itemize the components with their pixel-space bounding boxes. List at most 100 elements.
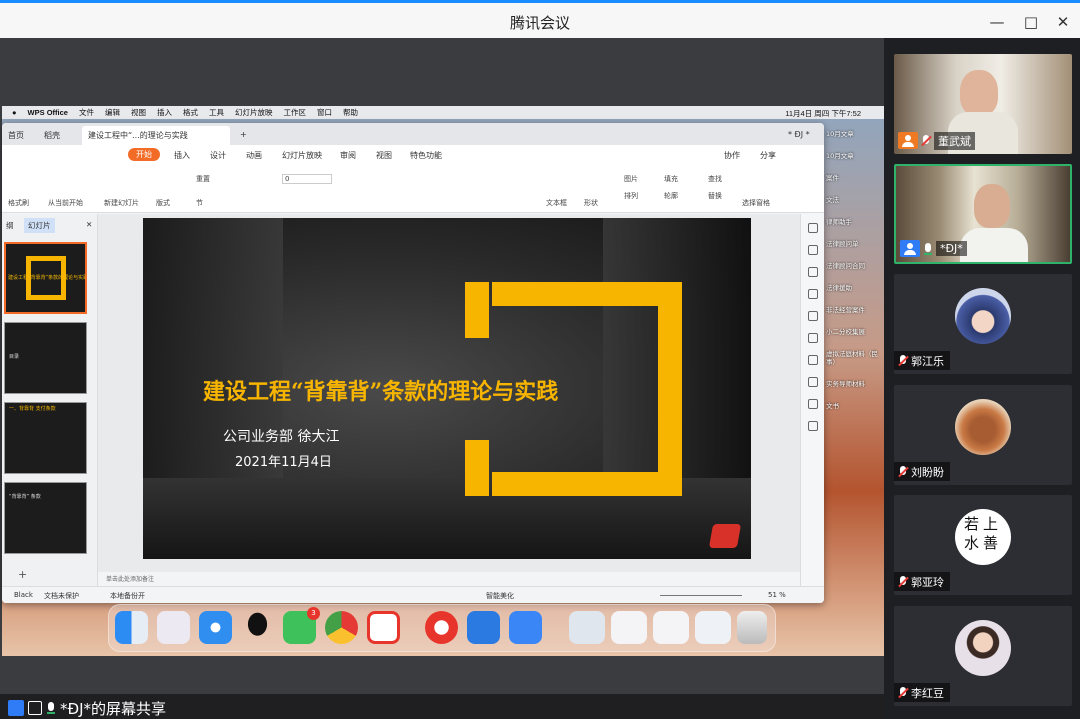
netease-music-icon[interactable]	[425, 611, 458, 644]
menu-item[interactable]: 工作区	[283, 107, 306, 118]
menu-item[interactable]: 插入	[157, 107, 172, 118]
tab-outline[interactable]: 纲	[6, 220, 14, 231]
menu-item[interactable]: 工具	[209, 107, 224, 118]
new-slide-button[interactable]: 新建幻灯片	[104, 198, 139, 208]
properties-icon[interactable]	[807, 223, 818, 233]
zoom-slider[interactable]	[660, 595, 742, 596]
outline-button[interactable]: 轮廓	[664, 191, 678, 201]
format-brush-button[interactable]: 格式刷	[8, 198, 29, 208]
slide-thumb-2[interactable]: 目录	[4, 322, 87, 394]
desktop-file[interactable]: 10月文章	[826, 152, 884, 160]
desktop-file[interactable]: 律师助手	[826, 218, 884, 226]
ribbon-tab-insert[interactable]: 插入	[174, 150, 190, 161]
protect-tool-icon[interactable]	[807, 311, 818, 321]
tab-home[interactable]: 首页	[2, 126, 30, 145]
desktop-file[interactable]: 法律顾问单	[826, 240, 884, 248]
menu-item[interactable]: 幻灯片放映	[235, 107, 273, 118]
menu-item[interactable]: 文件	[79, 107, 94, 118]
ribbon-tab-animation[interactable]: 动画	[246, 150, 262, 161]
backup-status[interactable]: 本地备份开	[110, 591, 145, 601]
new-tab-icon[interactable]: +	[234, 126, 253, 145]
panel-close-icon[interactable]: ✕	[86, 220, 92, 229]
desktop-file[interactable]: 实务导师材料	[826, 380, 884, 388]
menubar-clock[interactable]: 11月4日 周四 下午7:52	[785, 108, 861, 119]
beautify-button[interactable]: 智能美化	[486, 591, 514, 601]
slide-thumb-1[interactable]: 建设工程“背靠背”条款的理论与实践	[4, 242, 87, 314]
participant-tile-2[interactable]: *ĐJ*	[894, 164, 1072, 264]
desktop-file[interactable]: 文书	[826, 402, 884, 410]
close-icon[interactable]: ✕	[1052, 11, 1074, 33]
from-current-button[interactable]: 从当前开始	[48, 198, 83, 208]
trash-icon[interactable]	[737, 611, 767, 644]
qq-icon[interactable]	[241, 611, 274, 644]
desktop-file[interactable]: 法律援助	[826, 284, 884, 292]
chrome-icon[interactable]	[325, 611, 358, 644]
layout-button[interactable]: 版式	[156, 198, 170, 208]
reset-button[interactable]: 重置	[196, 174, 210, 184]
menu-app-name[interactable]: WPS Office	[28, 108, 68, 117]
ribbon-tab-design[interactable]: 设计	[210, 150, 226, 161]
desktop-file[interactable]: 非法经营案件	[826, 306, 884, 314]
desktop-file[interactable]: 10月文章	[826, 130, 884, 138]
arrange-button[interactable]: 排列	[624, 191, 638, 201]
ribbon-tab-view[interactable]: 视图	[376, 150, 392, 161]
history-tool-icon[interactable]	[807, 399, 818, 409]
slide-thumb-3[interactable]: 一、背靠背 支付条款	[4, 402, 87, 474]
recent-window-1[interactable]	[569, 611, 605, 644]
animation-tool-icon[interactable]	[807, 289, 818, 299]
ribbon-tab-slideshow[interactable]: 幻灯片放映	[282, 150, 322, 161]
maximize-icon[interactable]: □	[1020, 11, 1042, 33]
safari-icon[interactable]	[199, 611, 232, 644]
zoom-level[interactable]: 51 %	[768, 591, 786, 599]
participant-tile-5[interactable]: 若上 水善 郭亚玲	[894, 495, 1072, 595]
wps-icon[interactable]	[367, 611, 400, 644]
notes-placeholder[interactable]: 单击此处添加备注	[106, 574, 154, 583]
textbox-button[interactable]: 文本框	[546, 198, 567, 208]
menu-item[interactable]: 编辑	[105, 107, 120, 118]
select-pane-button[interactable]: 选择窗格	[742, 198, 770, 208]
desktop-file[interactable]: 法律顾问合同	[826, 262, 884, 270]
participant-tile-3[interactable]: 郭江乐	[894, 274, 1072, 374]
replace-button[interactable]: 替换	[708, 191, 722, 201]
minimize-icon[interactable]: —	[986, 11, 1008, 33]
doc-app-icon[interactable]	[467, 611, 500, 644]
adjust-tool-icon[interactable]	[807, 377, 818, 387]
find-button[interactable]: 查找	[708, 174, 722, 184]
presentation-slide[interactable]: 建设工程“背靠背”条款的理论与实践 公司业务部 徐大江 2021年11月4日	[143, 218, 751, 559]
share-tool-icon[interactable]	[807, 421, 818, 431]
user-name[interactable]: * ĐJ *	[782, 126, 816, 145]
desktop-file[interactable]: 案件	[826, 174, 884, 182]
copy-tool-icon[interactable]	[807, 333, 818, 343]
participant-tile-6[interactable]: 李红豆	[894, 606, 1072, 706]
finder-icon[interactable]	[115, 611, 148, 644]
recent-window-2[interactable]	[611, 611, 647, 644]
tab-document[interactable]: 建设工程中“...的理论与实践	[82, 126, 230, 145]
picture-button[interactable]: 图片	[624, 174, 638, 184]
ribbon-tab-features[interactable]: 特色功能	[410, 150, 442, 161]
desktop-file[interactable]: 小二分校集展	[826, 328, 884, 336]
recent-window-4[interactable]	[695, 611, 731, 644]
lark-icon[interactable]	[509, 611, 542, 644]
share-button[interactable]: 分享	[760, 150, 776, 161]
pin-tool-icon[interactable]	[807, 355, 818, 365]
shape-button[interactable]: 形状	[584, 198, 598, 208]
theme-name[interactable]: Black	[14, 591, 33, 599]
ribbon-tab-start[interactable]: 开始	[128, 148, 160, 161]
tab-daoke[interactable]: 稻壳	[38, 126, 66, 145]
tab-slides[interactable]: 幻灯片	[24, 218, 55, 233]
menu-item[interactable]: 视图	[131, 107, 146, 118]
ribbon-tab-review[interactable]: 审阅	[340, 150, 356, 161]
desktop-file[interactable]: 虚拟法庭材料（民事）	[826, 350, 884, 366]
slide-thumb-4[interactable]: “背靠背” 条款	[4, 482, 87, 554]
launchpad-icon[interactable]	[157, 611, 190, 644]
menu-item[interactable]: 帮助	[343, 107, 358, 118]
menu-item[interactable]: 格式	[183, 107, 198, 118]
collab-button[interactable]: 协作	[724, 150, 740, 161]
protect-status[interactable]: 文档未保护	[44, 591, 79, 601]
menu-item[interactable]: 窗口	[317, 107, 332, 118]
section-button[interactable]: 节	[196, 198, 203, 208]
apple-icon[interactable]: ●	[12, 108, 17, 117]
participant-tile-4[interactable]: 刘盼盼	[894, 385, 1072, 485]
recent-window-3[interactable]	[653, 611, 689, 644]
desktop-file[interactable]: 文法	[826, 196, 884, 204]
